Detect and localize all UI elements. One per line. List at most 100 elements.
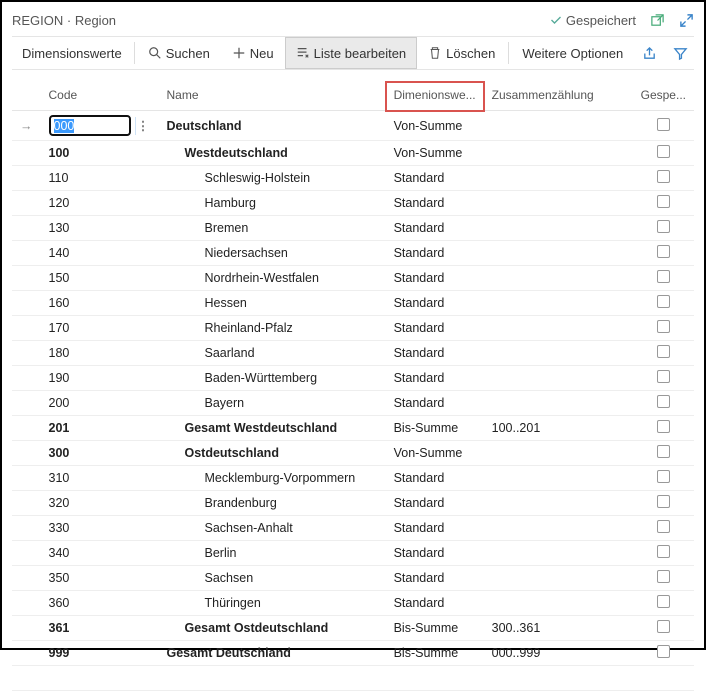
cell-code[interactable]: 100 xyxy=(41,141,159,166)
cell-locked[interactable] xyxy=(633,591,694,616)
cell-type[interactable]: Standard xyxy=(386,491,484,516)
cell-code[interactable]: 150 xyxy=(41,266,159,291)
cell-type[interactable]: Standard xyxy=(386,541,484,566)
row-selector[interactable]: → xyxy=(12,111,41,141)
table-row[interactable]: 360ThüringenStandard xyxy=(12,591,694,616)
cell-type[interactable]: Von-Summe xyxy=(386,441,484,466)
cell-sum[interactable] xyxy=(484,166,633,191)
cell-name[interactable]: Hessen xyxy=(159,291,386,316)
cell-code[interactable]: 320 xyxy=(41,491,159,516)
cell-sum[interactable]: 300..361 xyxy=(484,616,633,641)
checkbox[interactable] xyxy=(657,445,670,458)
popout-icon[interactable] xyxy=(650,13,665,28)
cell-locked[interactable] xyxy=(633,641,694,666)
cell-sum[interactable] xyxy=(484,216,633,241)
cell-locked[interactable] xyxy=(633,466,694,491)
cell-sum[interactable] xyxy=(484,591,633,616)
cell-locked[interactable] xyxy=(633,391,694,416)
row-selector[interactable] xyxy=(12,166,41,191)
row-selector[interactable] xyxy=(12,491,41,516)
cell-sum[interactable] xyxy=(484,391,633,416)
table-row[interactable]: 361Gesamt OstdeutschlandBis-Summe300..36… xyxy=(12,616,694,641)
table-row[interactable]: 999Gesamt DeutschlandBis-Summe000..999 xyxy=(12,641,694,666)
row-selector[interactable] xyxy=(12,641,41,666)
row-selector[interactable] xyxy=(12,341,41,366)
cell-locked[interactable] xyxy=(633,616,694,641)
row-selector[interactable] xyxy=(12,541,41,566)
checkbox[interactable] xyxy=(657,545,670,558)
cell-sum[interactable] xyxy=(484,366,633,391)
cell-type[interactable]: Bis-Summe xyxy=(386,616,484,641)
cell-code[interactable]: 300 xyxy=(41,441,159,466)
cell-locked[interactable] xyxy=(633,166,694,191)
cell-locked[interactable] xyxy=(633,191,694,216)
checkbox[interactable] xyxy=(657,520,670,533)
cell-locked[interactable] xyxy=(633,241,694,266)
row-selector[interactable] xyxy=(12,291,41,316)
cell-code[interactable]: 340 xyxy=(41,541,159,566)
checkbox[interactable] xyxy=(657,118,670,131)
checkbox[interactable] xyxy=(657,195,670,208)
row-selector[interactable] xyxy=(12,216,41,241)
delete-button[interactable]: Löschen xyxy=(417,37,506,69)
cell-locked[interactable] xyxy=(633,216,694,241)
cell-sum[interactable] xyxy=(484,516,633,541)
col-code[interactable]: Code xyxy=(41,82,159,111)
share-icon[interactable] xyxy=(642,46,657,61)
row-selector[interactable] xyxy=(12,316,41,341)
row-selector[interactable] xyxy=(12,366,41,391)
cell-locked[interactable] xyxy=(633,516,694,541)
cell-locked[interactable] xyxy=(633,316,694,341)
cell-type[interactable]: Standard xyxy=(386,266,484,291)
cell-sum[interactable] xyxy=(484,241,633,266)
checkbox[interactable] xyxy=(657,320,670,333)
cell-code[interactable]: 350 xyxy=(41,566,159,591)
table-row-empty[interactable] xyxy=(12,666,694,691)
checkbox[interactable] xyxy=(657,395,670,408)
cell-code[interactable]: 330 xyxy=(41,516,159,541)
checkbox[interactable] xyxy=(657,170,670,183)
col-name[interactable]: Name xyxy=(159,82,386,111)
table-row[interactable]: 130BremenStandard xyxy=(12,216,694,241)
cell-sum[interactable] xyxy=(484,291,633,316)
cell-code[interactable]: 361 xyxy=(41,616,159,641)
row-selector[interactable] xyxy=(12,141,41,166)
checkbox[interactable] xyxy=(657,220,670,233)
cell-sum[interactable] xyxy=(484,491,633,516)
table-row[interactable]: 310Mecklemburg-VorpommernStandard xyxy=(12,466,694,491)
table-row[interactable]: 201Gesamt WestdeutschlandBis-Summe100..2… xyxy=(12,416,694,441)
row-selector[interactable] xyxy=(12,266,41,291)
checkbox[interactable] xyxy=(657,245,670,258)
checkbox[interactable] xyxy=(657,145,670,158)
table-row[interactable]: 110Schleswig-HolsteinStandard xyxy=(12,166,694,191)
checkbox[interactable] xyxy=(657,570,670,583)
tab-dimensionvalues[interactable]: Dimensionswerte xyxy=(12,37,132,69)
cell-type[interactable]: Standard xyxy=(386,466,484,491)
checkbox[interactable] xyxy=(657,270,670,283)
cell-code[interactable]: 110 xyxy=(41,166,159,191)
cell-name[interactable]: Schleswig-Holstein xyxy=(159,166,386,191)
checkbox[interactable] xyxy=(657,495,670,508)
cell-name[interactable]: Brandenburg xyxy=(159,491,386,516)
table-row[interactable]: 300OstdeutschlandVon-Summe xyxy=(12,441,694,466)
cell-locked[interactable] xyxy=(633,111,694,141)
cell-sum[interactable] xyxy=(484,341,633,366)
row-selector[interactable] xyxy=(12,591,41,616)
cell-code[interactable]: 190 xyxy=(41,366,159,391)
cell-sum[interactable] xyxy=(484,266,633,291)
cell-sum[interactable] xyxy=(484,466,633,491)
row-selector[interactable] xyxy=(12,191,41,216)
row-selector[interactable] xyxy=(12,441,41,466)
cell-type[interactable]: Standard xyxy=(386,391,484,416)
table-row[interactable]: 120HamburgStandard xyxy=(12,191,694,216)
cell-name[interactable]: Sachsen xyxy=(159,566,386,591)
checkbox[interactable] xyxy=(657,645,670,658)
cell-name[interactable]: Thüringen xyxy=(159,591,386,616)
cell-type[interactable]: Bis-Summe xyxy=(386,641,484,666)
table-row[interactable]: →⋮DeutschlandVon-Summe xyxy=(12,111,694,141)
cell-name[interactable]: Berlin xyxy=(159,541,386,566)
cell-type[interactable]: Standard xyxy=(386,366,484,391)
cell-type[interactable]: Standard xyxy=(386,166,484,191)
cell-code[interactable]: 180 xyxy=(41,341,159,366)
cell-sum[interactable] xyxy=(484,566,633,591)
